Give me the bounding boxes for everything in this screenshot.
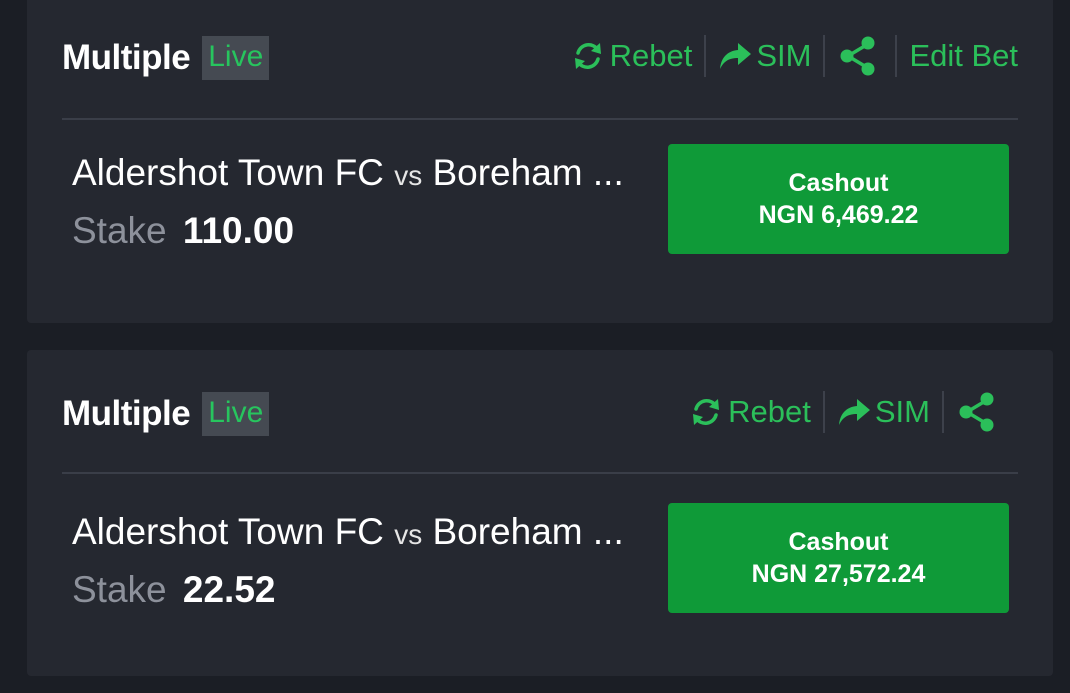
bet-body: Aldershot Town FC vs Boreham ... Stake 2… [72,503,1009,615]
away-team: Boreham ... [432,511,624,552]
share-icon [956,391,998,433]
bet-actions: Rebet SIM [558,34,1018,78]
bet-card[interactable]: Multiple Live Rebet [27,350,1053,676]
forward-arrow-icon [718,41,752,71]
bet-card[interactable]: Multiple Live Rebet [27,0,1053,323]
cashout-button[interactable]: Cashout NGN 6,469.22 [668,144,1009,254]
share-icon [837,35,879,77]
bet-title: Multiple [62,38,191,77]
rebet-label: Rebet [609,38,693,73]
refresh-icon [570,38,606,74]
bet-title: Multiple [62,394,191,433]
refresh-icon [688,394,724,430]
sim-button[interactable]: SIM [825,394,942,430]
cashout-amount: NGN 6,469.22 [758,201,919,229]
stake-value: 22.52 [182,569,276,610]
rebet-button[interactable]: Rebet [676,394,823,430]
vs-label: vs [394,519,423,550]
rebet-button[interactable]: Rebet [558,38,705,74]
cashout-button[interactable]: Cashout NGN 27,572.24 [668,503,1009,613]
bet-card-header: Multiple Live Rebet [62,0,1018,120]
stake-label: Stake [72,210,167,251]
vs-label: vs [394,160,423,191]
stake-value: 110.00 [182,210,295,251]
cashout-label: Cashout [788,169,889,197]
rebet-label: Rebet [728,394,811,429]
live-badge: Live [202,392,270,436]
stake: Stake 22.52 [72,569,276,611]
edit-bet-button[interactable]: Edit Bet [897,38,1018,74]
away-team: Boreham ... [432,152,624,193]
sim-label: SIM [756,38,812,73]
sim-button[interactable]: SIM [706,38,823,74]
edit-bet-label: Edit Bet [909,38,1018,73]
match-name[interactable]: Aldershot Town FC vs Boreham ... [72,511,624,553]
stake-label: Stake [72,569,167,610]
sim-label: SIM [874,394,930,429]
live-badge: Live [202,36,270,80]
bet-actions: Rebet SIM [676,390,1018,434]
home-team: Aldershot Town FC [72,511,384,552]
share-button[interactable] [944,391,1018,433]
cashout-label: Cashout [788,528,889,556]
share-button[interactable] [825,35,895,77]
home-team: Aldershot Town FC [72,152,384,193]
bet-type: Multiple Live [62,36,270,80]
bet-card-header: Multiple Live Rebet [62,350,1018,474]
stake: Stake 110.00 [72,210,294,252]
forward-arrow-icon [837,397,871,427]
bet-type: Multiple Live [62,392,270,436]
bet-body: Aldershot Town FC vs Boreham ... Stake 1… [72,144,1009,256]
cashout-amount: NGN 27,572.24 [751,560,926,588]
match-name[interactable]: Aldershot Town FC vs Boreham ... [72,152,624,194]
